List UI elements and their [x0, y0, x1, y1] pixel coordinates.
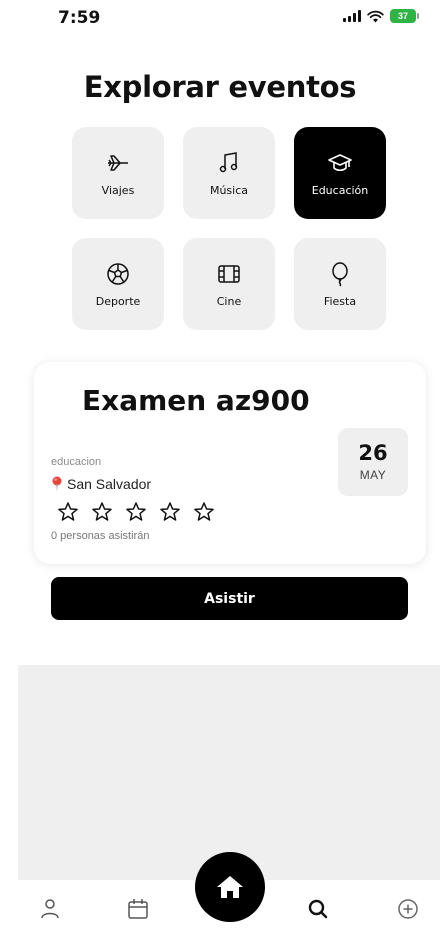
category-musica[interactable]: Música — [183, 127, 275, 219]
category-educacion[interactable]: Educación — [294, 127, 386, 219]
category-deporte[interactable]: Deporte — [72, 238, 164, 330]
category-cine[interactable]: Cine — [183, 238, 275, 330]
add-circle-icon[interactable] — [395, 896, 421, 922]
category-label: Educación — [311, 183, 369, 197]
category-label: Música — [209, 183, 249, 197]
event-location: San Salvador — [51, 476, 151, 492]
event-card[interactable]: Examen az900 educacion San Salvador 0 pe… — [34, 362, 426, 564]
category-fiesta[interactable]: Fiesta — [294, 238, 386, 330]
rating-stars — [56, 500, 216, 524]
status-time: 7:59 — [58, 8, 101, 28]
graduation-cap-icon — [328, 153, 352, 171]
content-placeholder-panel — [18, 665, 440, 880]
battery-icon: 37 — [390, 9, 419, 23]
category-label: Fiesta — [323, 294, 357, 308]
music-note-icon — [219, 151, 238, 172]
home-icon — [217, 876, 243, 898]
airplane-icon — [108, 154, 128, 171]
wifi-icon — [367, 10, 384, 22]
category-label: Deporte — [95, 294, 141, 308]
event-date: 26 MAY — [338, 428, 408, 496]
category-label: Cine — [216, 294, 242, 308]
signal-icon — [343, 10, 361, 22]
profile-icon[interactable] — [37, 896, 63, 922]
event-date-day: 26 — [358, 440, 388, 465]
category-viajes[interactable]: Viajes — [72, 127, 164, 219]
status-icons: 37 — [343, 9, 419, 23]
film-icon — [218, 264, 240, 283]
search-icon[interactable] — [305, 896, 331, 922]
star-icon[interactable] — [124, 500, 148, 524]
home-button[interactable] — [195, 852, 265, 922]
battery-level: 37 — [397, 11, 408, 21]
attend-button[interactable]: Asistir — [51, 577, 408, 620]
category-label: Viajes — [101, 183, 135, 197]
status-bar: 7:59 37 — [0, 0, 440, 40]
attendee-count: 0 personas asistirán — [51, 530, 150, 542]
star-icon[interactable] — [90, 500, 114, 524]
event-title: Examen az900 — [82, 384, 310, 417]
star-icon[interactable] — [56, 500, 80, 524]
location-pin-icon — [52, 476, 62, 492]
soccer-ball-icon — [107, 262, 129, 285]
page-title: Explorar eventos — [83, 70, 357, 104]
category-grid: Viajes Música Educación Deporte Cine Fie… — [72, 127, 386, 330]
event-date-month: MAY — [359, 467, 387, 482]
event-category: educacion — [51, 456, 102, 468]
star-icon[interactable] — [158, 500, 182, 524]
calendar-icon[interactable] — [125, 896, 151, 922]
event-location-label: San Salvador — [67, 476, 152, 492]
balloon-icon — [332, 261, 348, 287]
star-icon[interactable] — [192, 500, 216, 524]
